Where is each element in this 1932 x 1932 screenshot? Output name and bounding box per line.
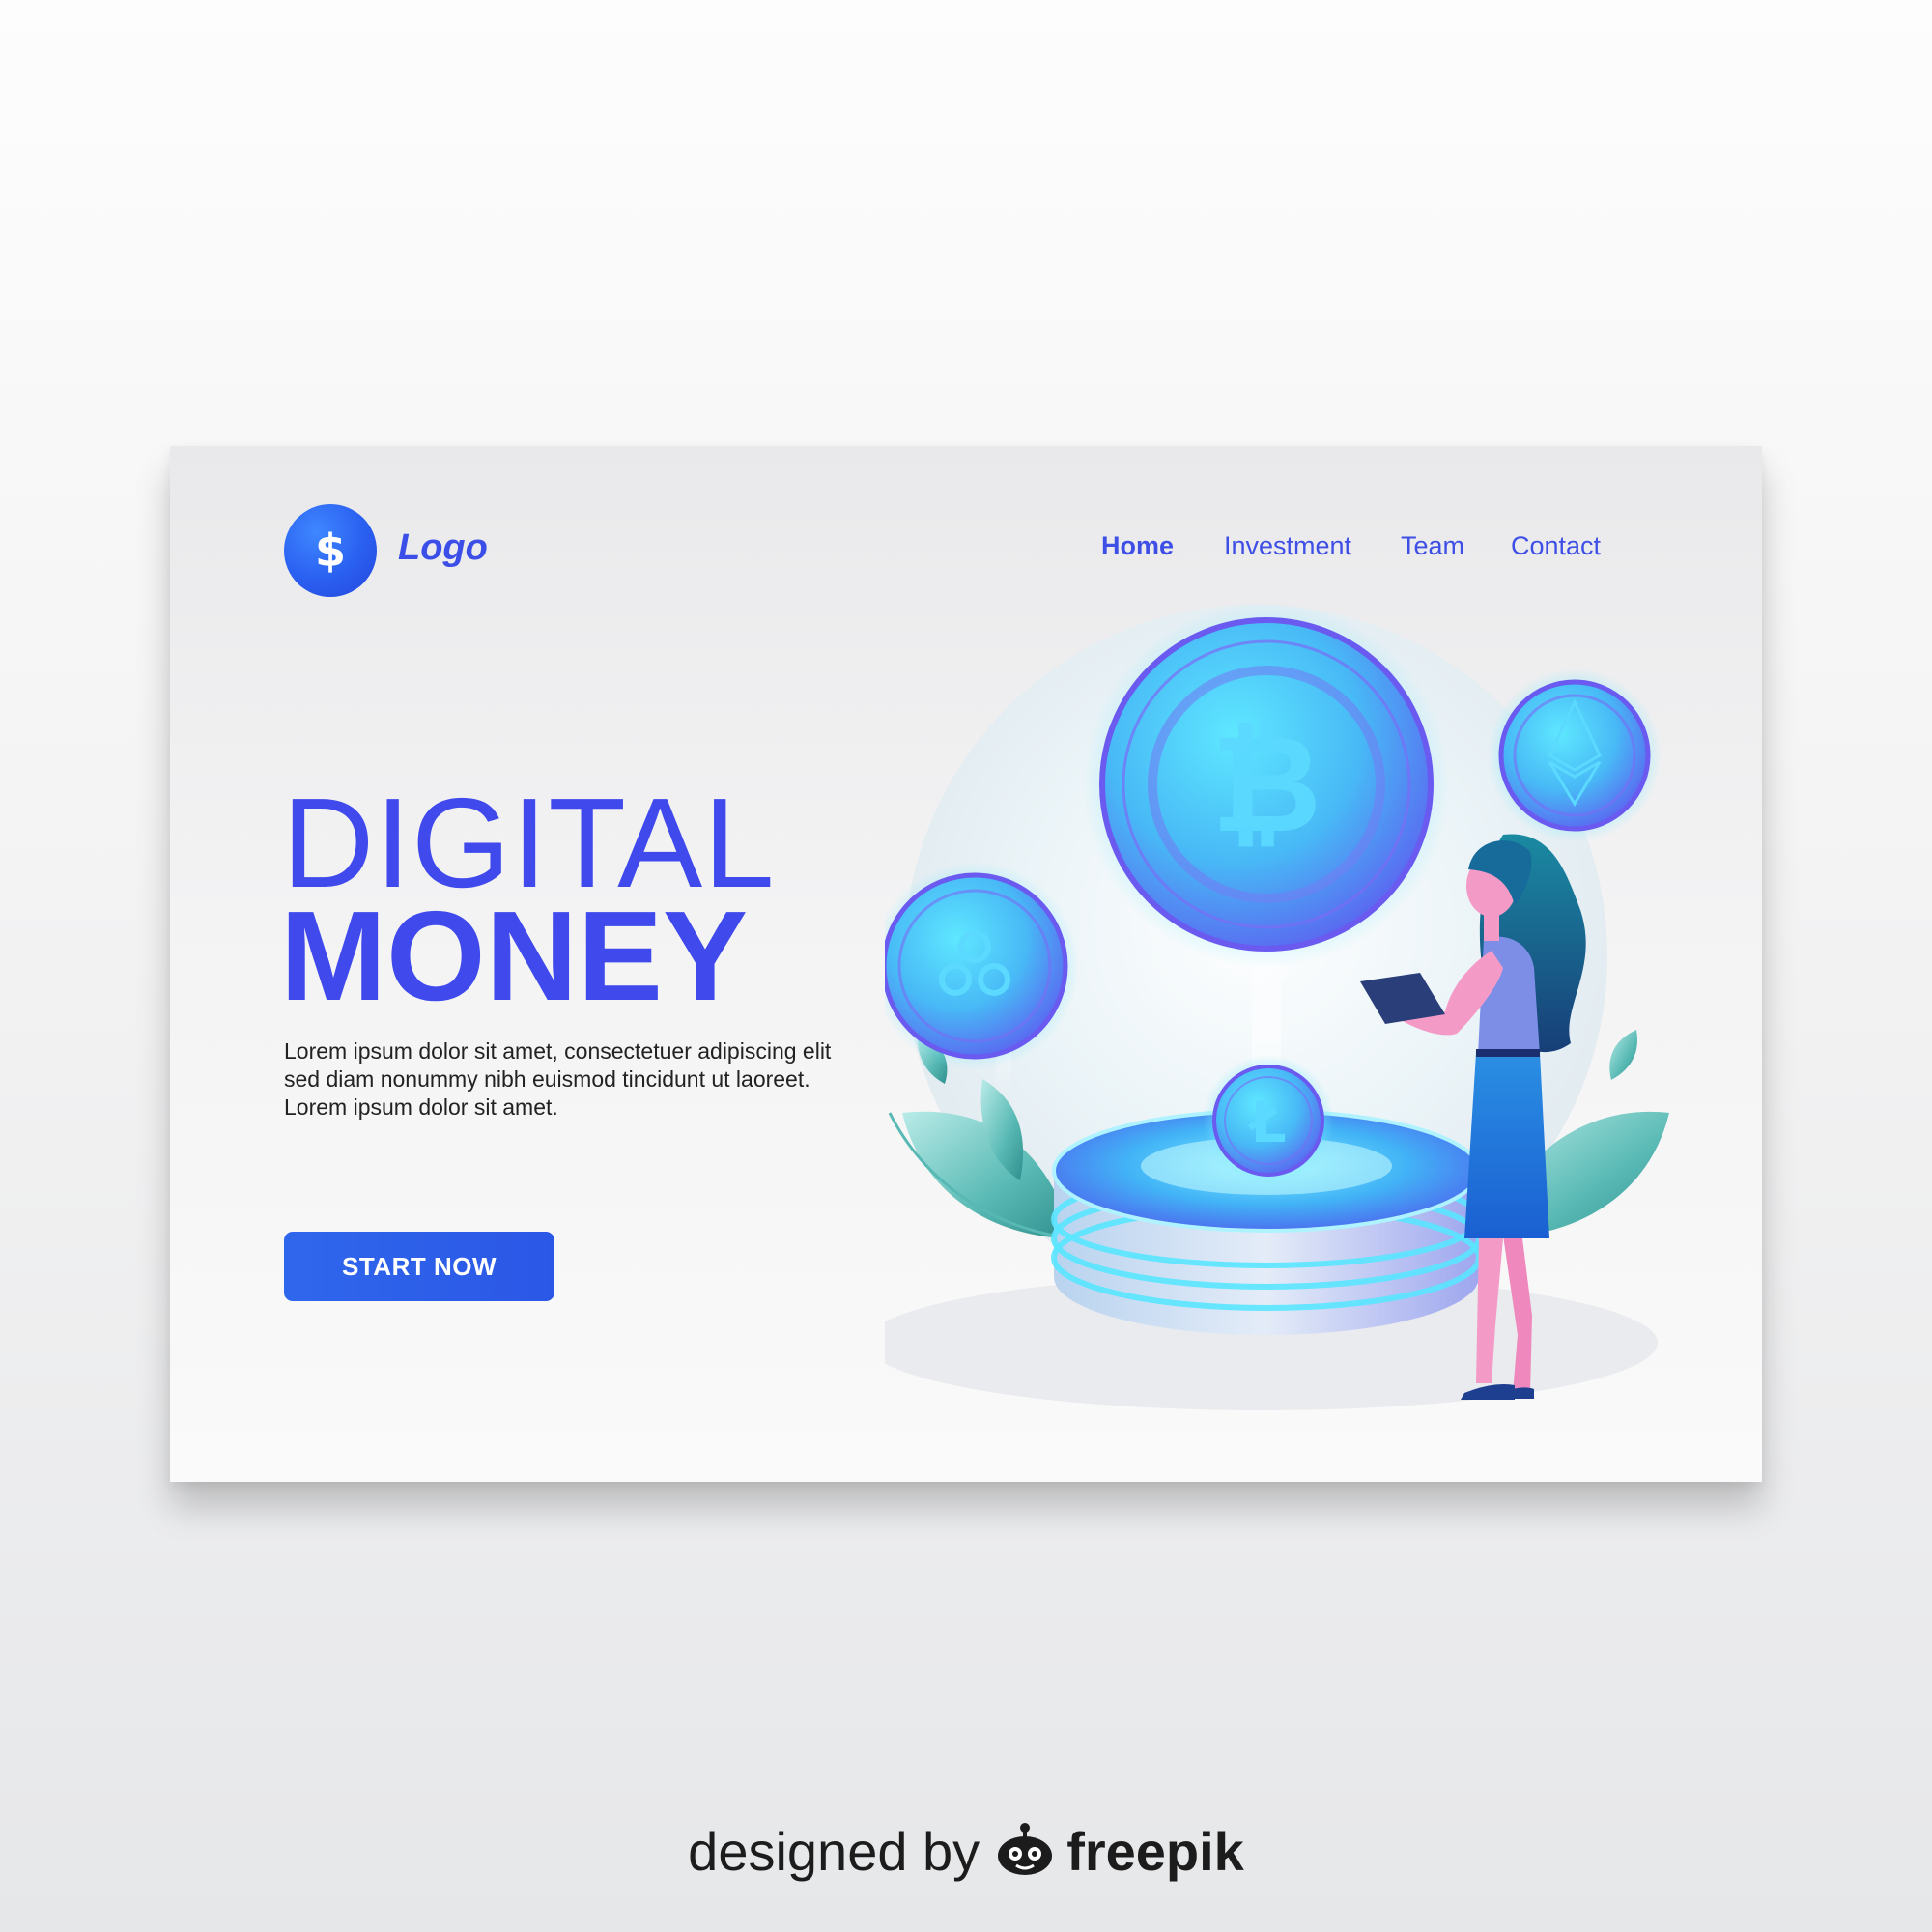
hero-description-line: Lorem ipsum dolor sit amet, consectetuer… xyxy=(284,1038,832,1064)
logo-symbol: $ xyxy=(314,525,346,577)
litecoin-coin-icon: Ł xyxy=(1203,1055,1334,1186)
logo-dollar-icon[interactable]: $ xyxy=(284,504,377,597)
hero-description-line: sed diam nonummy nibh euismod tincidunt … xyxy=(284,1066,810,1092)
bitcoin-coin-icon: ₿ xyxy=(1083,601,1450,968)
logo-text[interactable]: Logo xyxy=(398,527,488,569)
nav-team[interactable]: Team xyxy=(1401,531,1464,561)
nav-home[interactable]: Home xyxy=(1101,531,1174,561)
nav-contact[interactable]: Contact xyxy=(1511,531,1601,561)
svg-text:₿: ₿ xyxy=(1211,706,1321,864)
freepik-brand-text: freepik xyxy=(1066,1821,1244,1882)
nav-investment[interactable]: Investment xyxy=(1224,531,1351,561)
ethereum-coin-icon xyxy=(1488,668,1662,842)
hero-description: Lorem ipsum dolor sit amet, consectetuer… xyxy=(284,1037,902,1122)
hero-description-line: Lorem ipsum dolor sit amet. xyxy=(284,1094,558,1120)
freepik-robot-icon xyxy=(998,1822,1053,1875)
start-now-button[interactable]: START NOW xyxy=(284,1232,554,1301)
svg-text:Ł: Ł xyxy=(1247,1090,1286,1155)
crypto-illustration: ₿ Ł xyxy=(885,601,1669,1410)
designed-by-text: designed by xyxy=(688,1821,980,1882)
landing-page-card: $ Logo Home Investment Team Contact DIGI… xyxy=(170,446,1762,1482)
designed-by-footer: designed by freepik xyxy=(0,1820,1932,1883)
hero-title-line2: MONEY xyxy=(280,885,749,1027)
